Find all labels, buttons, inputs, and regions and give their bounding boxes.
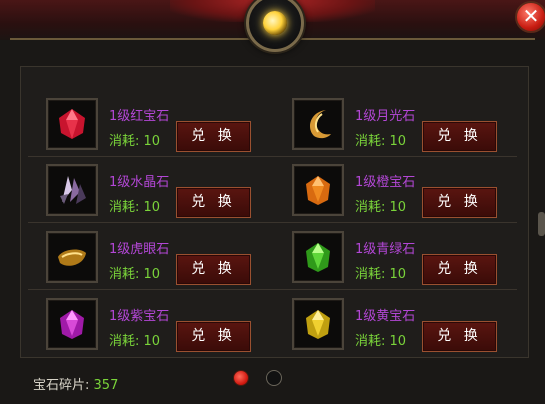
gem-fragment-count: 宝石碎片: 357 xyxy=(33,374,118,393)
yellow-gem-icon xyxy=(292,298,344,350)
gem-item: 1级虎眼石 消耗: 10 兑 换 xyxy=(24,223,272,289)
gem-row: 1级水晶石 消耗: 10 兑 换 1级橙宝石 消耗: 10 兑 换 xyxy=(24,156,521,223)
gem-cost: 消耗: 10 xyxy=(109,134,161,149)
gem-exchange-window: ✕ 1级红宝石 消耗: 10 兑 换 1级月光石 消耗: 10 兑 换 1级水晶… xyxy=(0,0,545,404)
gem-row: 1级紫宝石 消耗: 10 兑 换 1级黄宝石 消耗: 10 兑 换 xyxy=(24,290,521,356)
close-button[interactable]: ✕ xyxy=(515,1,545,33)
exchange-button[interactable]: 兑 换 xyxy=(176,321,251,352)
title-orb-icon xyxy=(246,0,304,52)
gem-row: 1级红宝石 消耗: 10 兑 换 1级月光石 消耗: 10 兑 换 xyxy=(24,90,521,157)
gem-list: 1级红宝石 消耗: 10 兑 换 1级月光石 消耗: 10 兑 换 1级水晶石 xyxy=(24,90,521,356)
gem-item: 1级月光石 消耗: 10 兑 换 xyxy=(270,90,518,156)
gem-name: 1级月光石 xyxy=(355,109,416,124)
exchange-button[interactable]: 兑 换 xyxy=(422,254,497,285)
gem-cost: 消耗: 10 xyxy=(109,200,161,215)
gem-name: 1级水晶石 xyxy=(109,175,170,190)
gem-cost: 消耗: 10 xyxy=(355,134,407,149)
gem-name: 1级紫宝石 xyxy=(109,309,170,324)
gem-cost: 消耗: 10 xyxy=(355,200,407,215)
gem-item: 1级水晶石 消耗: 10 兑 换 xyxy=(24,156,272,222)
exchange-button[interactable]: 兑 换 xyxy=(176,187,251,218)
exchange-button[interactable]: 兑 换 xyxy=(422,321,497,352)
tigers-eye-icon xyxy=(46,231,98,283)
gem-cost: 消耗: 10 xyxy=(355,334,407,349)
gem-item: 1级紫宝石 消耗: 10 兑 换 xyxy=(24,290,272,356)
moonstone-icon xyxy=(292,98,344,150)
exchange-button[interactable]: 兑 换 xyxy=(176,254,251,285)
page-dot[interactable] xyxy=(266,370,282,386)
gem-name: 1级黄宝石 xyxy=(355,309,416,324)
page-dot-active[interactable] xyxy=(233,370,249,386)
gem-item: 1级黄宝石 消耗: 10 兑 换 xyxy=(270,290,518,356)
green-gem-icon xyxy=(292,231,344,283)
fragment-value: 357 xyxy=(93,378,119,393)
gem-cost: 消耗: 10 xyxy=(109,334,161,349)
gem-row: 1级虎眼石 消耗: 10 兑 换 1级青绿石 消耗: 10 兑 换 xyxy=(24,223,521,290)
orange-gem-icon xyxy=(292,164,344,216)
gem-cost: 消耗: 10 xyxy=(355,267,407,282)
gem-name: 1级橙宝石 xyxy=(355,175,416,190)
purple-gem-icon xyxy=(46,298,98,350)
exchange-button[interactable]: 兑 换 xyxy=(422,187,497,218)
crystal-icon xyxy=(46,164,98,216)
red-gem-icon xyxy=(46,98,98,150)
gem-item: 1级青绿石 消耗: 10 兑 换 xyxy=(270,223,518,289)
exchange-button[interactable]: 兑 换 xyxy=(176,121,251,152)
gem-item: 1级红宝石 消耗: 10 兑 换 xyxy=(24,90,272,156)
scroll-handle[interactable] xyxy=(538,212,545,236)
gem-name: 1级虎眼石 xyxy=(109,242,170,257)
gem-cost: 消耗: 10 xyxy=(109,267,161,282)
gem-name: 1级红宝石 xyxy=(109,109,170,124)
exchange-button[interactable]: 兑 换 xyxy=(422,121,497,152)
gem-name: 1级青绿石 xyxy=(355,242,416,257)
fragment-label: 宝石碎片: xyxy=(33,378,90,393)
gem-item: 1级橙宝石 消耗: 10 兑 换 xyxy=(270,156,518,222)
